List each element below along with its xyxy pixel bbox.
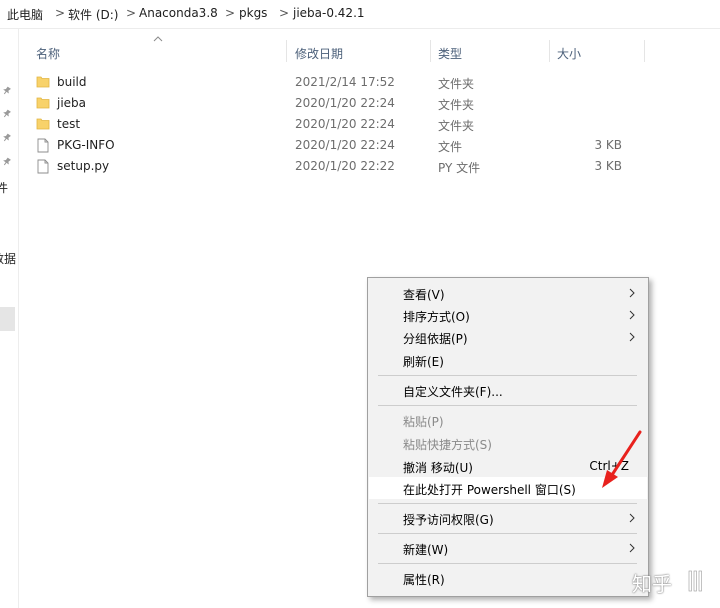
breadcrumb-jieba[interactable]: jieba-0.42.1 <box>293 6 365 20</box>
file-type: 文件 <box>438 140 463 154</box>
file-name: jieba <box>57 96 87 110</box>
submenu-arrow-icon <box>629 332 635 342</box>
file-name: PKG-INFO <box>57 138 115 152</box>
menu-separator <box>378 375 637 376</box>
menu-separator <box>378 405 637 406</box>
menu-item-new[interactable]: 新建(W) <box>369 537 647 559</box>
breadcrumb-separator[interactable]: > <box>55 6 65 20</box>
menu-item-label: 在此处打开 Powershell 窗口(S) <box>403 483 576 497</box>
nav-item-label[interactable]: 件 <box>0 179 8 196</box>
menu-item-label: 授予访问权限(G) <box>403 513 494 527</box>
column-header-size[interactable]: 大小 <box>550 29 644 63</box>
menu-item-label: 粘贴快捷方式(S) <box>403 438 492 452</box>
folder-icon <box>36 118 50 130</box>
column-header-date[interactable]: 修改日期 <box>287 29 429 63</box>
menu-separator <box>378 503 637 504</box>
menu-item-customize-folder[interactable]: 自定义文件夹(F)... <box>369 379 647 401</box>
submenu-arrow-icon <box>629 543 635 553</box>
file-date: 2021/2/14 17:52 <box>295 75 395 89</box>
file-type: 文件夹 <box>438 77 475 91</box>
menu-separator <box>378 563 637 564</box>
file-type: 文件夹 <box>438 98 475 112</box>
breadcrumb-separator[interactable]: > <box>279 6 289 20</box>
file-type: PY 文件 <box>438 161 481 175</box>
nav-item-label[interactable]: 数据 <box>0 250 16 267</box>
file-type: 文件夹 <box>438 119 475 133</box>
menu-item-label: 查看(V) <box>403 288 445 302</box>
menu-item-label: 自定义文件夹(F)... <box>403 385 503 399</box>
watermark-bars-icon <box>688 570 702 592</box>
pin-icon[interactable] <box>2 86 12 96</box>
menu-item-label: 属性(R) <box>403 573 445 587</box>
column-header-label: 修改日期 <box>295 47 344 61</box>
breadcrumb-anaconda[interactable]: Anaconda3.8 <box>139 6 218 20</box>
file-name: build <box>57 75 87 89</box>
file-date: 2020/1/20 22:24 <box>295 96 395 110</box>
watermark-logo: 知乎 <box>632 572 672 596</box>
menu-item-paste[interactable]: 粘贴(P) <box>369 409 647 431</box>
file-date: 2020/1/20 22:24 <box>295 138 395 152</box>
column-header-label: 名称 <box>36 47 61 61</box>
folder-icon <box>36 97 50 109</box>
file-row[interactable]: test 2020/1/20 22:24 文件夹 <box>24 114 644 135</box>
file-date: 2020/1/20 22:22 <box>295 159 395 173</box>
file-row[interactable]: build 2021/2/14 17:52 文件夹 <box>24 72 644 93</box>
menu-item-label: 粘贴(P) <box>403 415 444 429</box>
submenu-arrow-icon <box>629 513 635 523</box>
menu-item-label: 刷新(E) <box>403 355 444 369</box>
column-resize-handle[interactable] <box>644 40 645 62</box>
menu-item-label: 撤消 移动(U) <box>403 461 473 475</box>
menu-item-view[interactable]: 查看(V) <box>369 282 647 304</box>
menu-item-sort[interactable]: 排序方式(O) <box>369 304 647 326</box>
column-header-type[interactable]: 类型 <box>431 29 549 63</box>
pin-icon[interactable] <box>2 109 12 119</box>
menu-item-group[interactable]: 分组依据(P) <box>369 326 647 348</box>
file-row[interactable]: jieba 2020/1/20 22:24 文件夹 <box>24 93 644 114</box>
breadcrumb-separator[interactable]: > <box>225 6 235 20</box>
breadcrumb-separator[interactable]: > <box>126 6 136 20</box>
menu-item-give-access[interactable]: 授予访问权限(G) <box>369 507 647 529</box>
menu-separator <box>378 533 637 534</box>
submenu-arrow-icon <box>629 310 635 320</box>
breadcrumb-this-pc[interactable]: 此电脑 <box>7 6 43 23</box>
menu-item-label: 新建(W) <box>403 543 449 557</box>
address-bar[interactable]: 此电脑 > 软件 (D:) > Anaconda3.8 > pkgs > jie… <box>0 0 720 28</box>
file-name: setup.py <box>57 159 110 173</box>
column-header-label: 类型 <box>438 47 463 61</box>
file-size: 3 KB <box>594 138 622 152</box>
file-date: 2020/1/20 22:24 <box>295 117 395 131</box>
file-row[interactable]: PKG-INFO 2020/1/20 22:24 文件 3 KB <box>24 135 644 156</box>
breadcrumb-drive-d[interactable]: 软件 (D:) <box>68 6 118 23</box>
pin-icon[interactable] <box>2 157 12 167</box>
menu-item-properties[interactable]: 属性(R) <box>369 567 647 589</box>
file-icon <box>37 138 49 153</box>
file-size: 3 KB <box>594 159 622 173</box>
file-icon <box>37 159 49 174</box>
file-row[interactable]: setup.py 2020/1/20 22:22 PY 文件 3 KB <box>24 156 644 177</box>
column-header-label: 大小 <box>557 47 582 61</box>
breadcrumb-pkgs[interactable]: pkgs <box>239 6 267 20</box>
menu-item-label: 分组依据(P) <box>403 332 468 346</box>
file-name: test <box>57 117 81 131</box>
menu-item-label: 排序方式(O) <box>403 310 470 324</box>
menu-item-refresh[interactable]: 刷新(E) <box>369 349 647 371</box>
nav-item-selected[interactable] <box>0 307 15 331</box>
column-header-name[interactable]: 名称 <box>24 29 286 63</box>
submenu-arrow-icon <box>629 288 635 298</box>
annotation-arrow-icon <box>602 430 642 488</box>
pin-icon[interactable] <box>2 133 12 143</box>
navigation-pane[interactable]: 件 数据 <box>0 29 19 608</box>
folder-icon <box>36 76 50 88</box>
